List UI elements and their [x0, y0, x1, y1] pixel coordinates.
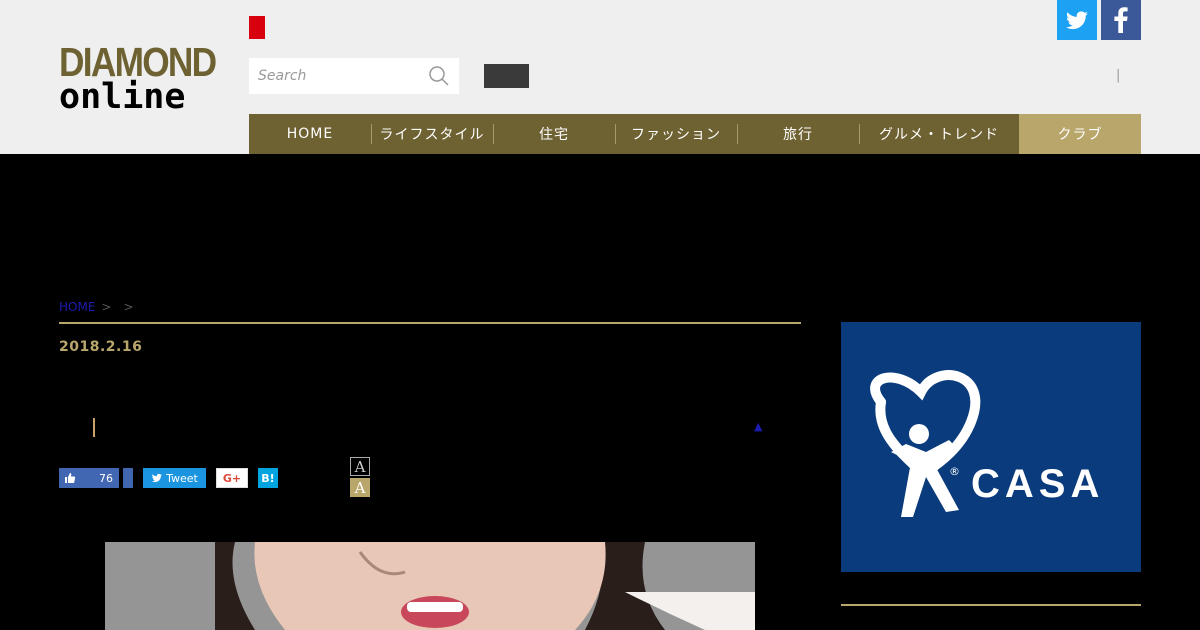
nav-item-fashion[interactable]: ファッション	[615, 114, 737, 154]
breadcrumb-separator: >	[123, 300, 134, 314]
header-divider: |	[1116, 68, 1121, 83]
nav-item-club[interactable]: クラブ	[1019, 114, 1141, 154]
twitter-bird-icon	[1066, 11, 1088, 30]
article-top-rule	[59, 322, 801, 324]
title-accent-bar	[93, 418, 95, 437]
facebook-f-icon	[1114, 7, 1128, 33]
nav-item-home[interactable]: HOME	[249, 114, 371, 154]
font-size-small-button[interactable]: A	[350, 457, 370, 476]
breadcrumb-home-link[interactable]: HOME	[59, 300, 95, 314]
site-header: DIAMOND online | HOME ライフスタイル 住宅 ファッション …	[0, 0, 1200, 154]
thumbs-up-icon	[59, 468, 81, 488]
font-size-large-button[interactable]: A	[350, 478, 370, 497]
nav-item-housing[interactable]: 住宅	[493, 114, 615, 154]
facebook-share-button[interactable]	[123, 468, 133, 488]
google-plus-button[interactable]: G+	[216, 468, 248, 488]
nav-item-travel[interactable]: 旅行	[737, 114, 859, 154]
logo-line-2: online	[59, 77, 186, 117]
casa-logo: ® CASA	[870, 370, 1104, 517]
sidebar-rule	[841, 604, 1141, 606]
facebook-like-button[interactable]: 76	[59, 468, 119, 488]
tweet-button[interactable]: Tweet	[143, 468, 206, 488]
article-hero-image	[105, 542, 755, 630]
red-badge[interactable]	[249, 16, 265, 39]
hatena-bookmark-button[interactable]: B!	[258, 468, 278, 488]
casa-brand-text: CASA	[971, 462, 1104, 506]
scroll-up-arrow-icon[interactable]: ▲	[754, 420, 762, 433]
facebook-button[interactable]	[1101, 0, 1141, 40]
nav-item-lifestyle[interactable]: ライフスタイル	[371, 114, 493, 154]
nav-item-gourmet-trend[interactable]: グルメ・トレンド	[859, 114, 1019, 154]
diamond-online-logo[interactable]: DIAMOND online	[59, 42, 224, 117]
dark-header-button[interactable]	[484, 64, 529, 88]
casa-advertisement[interactable]: ® CASA	[841, 322, 1141, 572]
search-icon[interactable]	[428, 65, 450, 87]
smiling-woman-photo	[105, 542, 755, 630]
twitter-bird-icon	[151, 473, 162, 483]
breadcrumb-separator: >	[101, 300, 112, 314]
twitter-button[interactable]	[1057, 0, 1097, 40]
tweet-label: Tweet	[166, 471, 198, 485]
registered-mark: ®	[949, 465, 960, 478]
main-navigation: HOME ライフスタイル 住宅 ファッション 旅行 グルメ・トレンド クラブ	[249, 114, 1141, 154]
like-count: 76	[99, 471, 113, 485]
breadcrumb: HOME > >	[59, 300, 140, 314]
search-box	[249, 58, 459, 94]
article-date: 2018.2.16	[59, 339, 143, 355]
search-input[interactable]	[249, 58, 424, 94]
